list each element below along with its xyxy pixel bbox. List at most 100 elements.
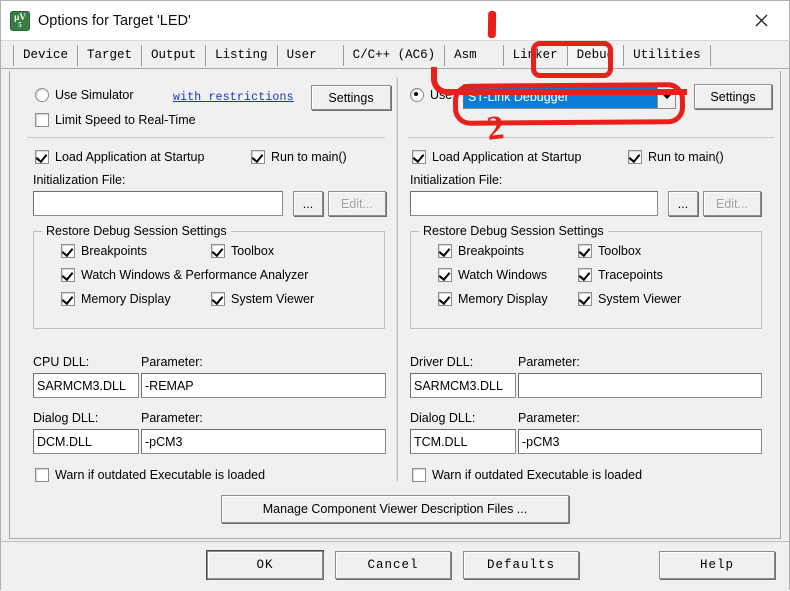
close-icon[interactable] <box>739 5 783 35</box>
restore-breakpoints-right[interactable]: Breakpoints <box>438 244 524 258</box>
load-app-startup-label-left: Load Application at Startup <box>55 150 205 164</box>
restore-system-viewer-checkbox-left[interactable] <box>211 292 225 306</box>
help-button[interactable]: Help <box>659 551 775 579</box>
warn-outdated-checkbox-right[interactable] <box>412 468 426 482</box>
restore-toolbox-label-right: Toolbox <box>598 244 642 258</box>
restore-session-group-right: Restore Debug Session Settings Breakpoin… <box>410 224 762 329</box>
run-to-main-label-left: Run to main() <box>271 150 347 164</box>
warn-outdated-option-left[interactable]: Warn if outdated Executable is loaded <box>35 468 265 482</box>
tab-c-cpp[interactable]: C/C++ (AC6) <box>343 45 446 66</box>
use-debugger-option[interactable]: Use <box>410 88 452 102</box>
restore-memory-display-right[interactable]: Memory Display <box>438 292 548 306</box>
debugger-settings-button[interactable]: Settings <box>694 84 772 109</box>
restore-watch-windows-checkbox-left[interactable] <box>61 268 75 282</box>
tab-utilities[interactable]: Utilities <box>624 45 711 66</box>
restore-breakpoints-left[interactable]: Breakpoints <box>61 244 147 258</box>
with-restrictions-link[interactable]: with restrictions <box>173 91 294 104</box>
restore-memory-display-checkbox-left[interactable] <box>61 292 75 306</box>
debugger-select[interactable]: ST-Link Debugger <box>463 84 676 109</box>
restore-memory-display-label-left: Memory Display <box>81 292 171 306</box>
run-to-main-checkbox-left[interactable] <box>251 150 265 164</box>
restore-system-viewer-checkbox-right[interactable] <box>578 292 592 306</box>
load-app-startup-label-right: Load Application at Startup <box>432 150 582 164</box>
tab-device[interactable]: Device <box>13 45 79 66</box>
tab-debug[interactable]: Debug <box>567 45 625 66</box>
title-bar: µV 5 Options for Target 'LED' <box>1 1 789 41</box>
restore-toolbox-left[interactable]: Toolbox <box>211 244 274 258</box>
tab-user[interactable]: User <box>277 45 344 66</box>
driver-dll-input[interactable]: SARMCM3.DLL <box>410 373 516 398</box>
run-to-main-option-right[interactable]: Run to main() <box>628 150 724 164</box>
restore-breakpoints-label-left: Breakpoints <box>81 244 148 258</box>
dialog-parameter-input-right[interactable]: -pCM3 <box>518 429 762 454</box>
init-file-browse-button-left[interactable]: ... <box>293 191 323 216</box>
restore-breakpoints-checkbox-left[interactable] <box>61 244 75 258</box>
tab-linker[interactable]: Linker <box>503 45 568 66</box>
run-to-main-checkbox-right[interactable] <box>628 150 642 164</box>
tab-target[interactable]: Target <box>78 45 143 66</box>
warn-outdated-option-right[interactable]: Warn if outdated Executable is loaded <box>412 468 642 482</box>
restore-memory-display-label-right: Memory Display <box>458 292 548 306</box>
restore-toolbox-checkbox-right[interactable] <box>578 244 592 258</box>
restore-watch-windows-label-left: Watch Windows & Performance Analyzer <box>81 268 309 282</box>
dialog-dll-input-left[interactable]: DCM.DLL <box>33 429 139 454</box>
restore-tracepoints-checkbox-right[interactable] <box>578 268 592 282</box>
restore-session-group-left: Restore Debug Session Settings Breakpoin… <box>33 224 385 329</box>
load-app-startup-option-right[interactable]: Load Application at Startup <box>412 150 581 164</box>
limit-speed-option[interactable]: Limit Speed to Real-Time <box>35 113 196 127</box>
cancel-button[interactable]: Cancel <box>335 551 451 579</box>
tab-list: Device Target Output Listing User C/C++ … <box>13 45 711 67</box>
debugger-select-value: ST-Link Debugger <box>464 85 657 108</box>
restore-system-viewer-label-right: System Viewer <box>598 292 682 306</box>
run-to-main-option-left[interactable]: Run to main() <box>251 150 347 164</box>
tab-output[interactable]: Output <box>142 45 207 66</box>
use-simulator-radio[interactable] <box>35 88 49 102</box>
load-app-startup-option-left[interactable]: Load Application at Startup <box>35 150 204 164</box>
cpu-dll-label: CPU DLL: <box>33 355 90 369</box>
restore-system-viewer-left[interactable]: System Viewer <box>211 292 314 306</box>
left-separator <box>27 137 385 138</box>
restore-toolbox-checkbox-left[interactable] <box>211 244 225 258</box>
init-file-browse-button-right[interactable]: ... <box>668 191 698 216</box>
manage-component-viewer-button[interactable]: Manage Component Viewer Description File… <box>221 495 569 523</box>
dialog-dll-input-right[interactable]: TCM.DLL <box>410 429 516 454</box>
tab-strip: Device Target Output Listing User C/C++ … <box>1 41 789 69</box>
window-title: Options for Target 'LED' <box>38 13 191 29</box>
tab-underline <box>1 68 789 69</box>
restore-watch-windows-checkbox-right[interactable] <box>438 268 452 282</box>
defaults-button[interactable]: Defaults <box>463 551 579 579</box>
driver-dll-label: Driver DLL: <box>410 355 474 369</box>
restore-tracepoints-right[interactable]: Tracepoints <box>578 268 663 282</box>
uvision-icon: µV 5 <box>10 11 30 31</box>
dialog-parameter-label-right: Parameter: <box>518 411 580 425</box>
warn-outdated-checkbox-left[interactable] <box>35 468 49 482</box>
dialog-parameter-input-left[interactable]: -pCM3 <box>141 429 386 454</box>
init-file-input-left[interactable] <box>33 191 283 216</box>
use-debugger-radio[interactable] <box>410 88 424 102</box>
simulator-settings-button[interactable]: Settings <box>311 85 391 110</box>
load-app-startup-checkbox-right[interactable] <box>412 150 426 164</box>
limit-speed-label: Limit Speed to Real-Time <box>55 113 196 127</box>
tab-listing[interactable]: Listing <box>206 45 278 66</box>
tab-asm[interactable]: Asm <box>445 45 504 66</box>
restore-toolbox-right[interactable]: Toolbox <box>578 244 641 258</box>
restore-watch-windows-right[interactable]: Watch Windows <box>438 268 547 282</box>
restore-toolbox-label-left: Toolbox <box>231 244 275 258</box>
restore-watch-windows-left[interactable]: Watch Windows & Performance Analyzer <box>61 268 308 282</box>
init-file-input-right[interactable] <box>410 191 658 216</box>
cpu-parameter-input[interactable]: -REMAP <box>141 373 386 398</box>
restore-breakpoints-checkbox-right[interactable] <box>438 244 452 258</box>
ok-button[interactable]: OK <box>207 551 323 579</box>
run-to-main-label-right: Run to main() <box>648 150 724 164</box>
load-app-startup-checkbox-left[interactable] <box>35 150 49 164</box>
use-debugger-label: Use <box>430 88 453 102</box>
chevron-down-icon[interactable] <box>657 85 675 108</box>
restore-memory-display-left[interactable]: Memory Display <box>61 292 171 306</box>
restore-memory-display-checkbox-right[interactable] <box>438 292 452 306</box>
driver-parameter-input[interactable] <box>518 373 762 398</box>
cpu-dll-input[interactable]: SARMCM3.DLL <box>33 373 139 398</box>
use-simulator-option[interactable]: Use Simulator <box>35 88 134 102</box>
limit-speed-checkbox[interactable] <box>35 113 49 127</box>
debugger-column: Use ST-Link Debugger Settings Load Appli… <box>398 71 783 538</box>
restore-system-viewer-right[interactable]: System Viewer <box>578 292 681 306</box>
